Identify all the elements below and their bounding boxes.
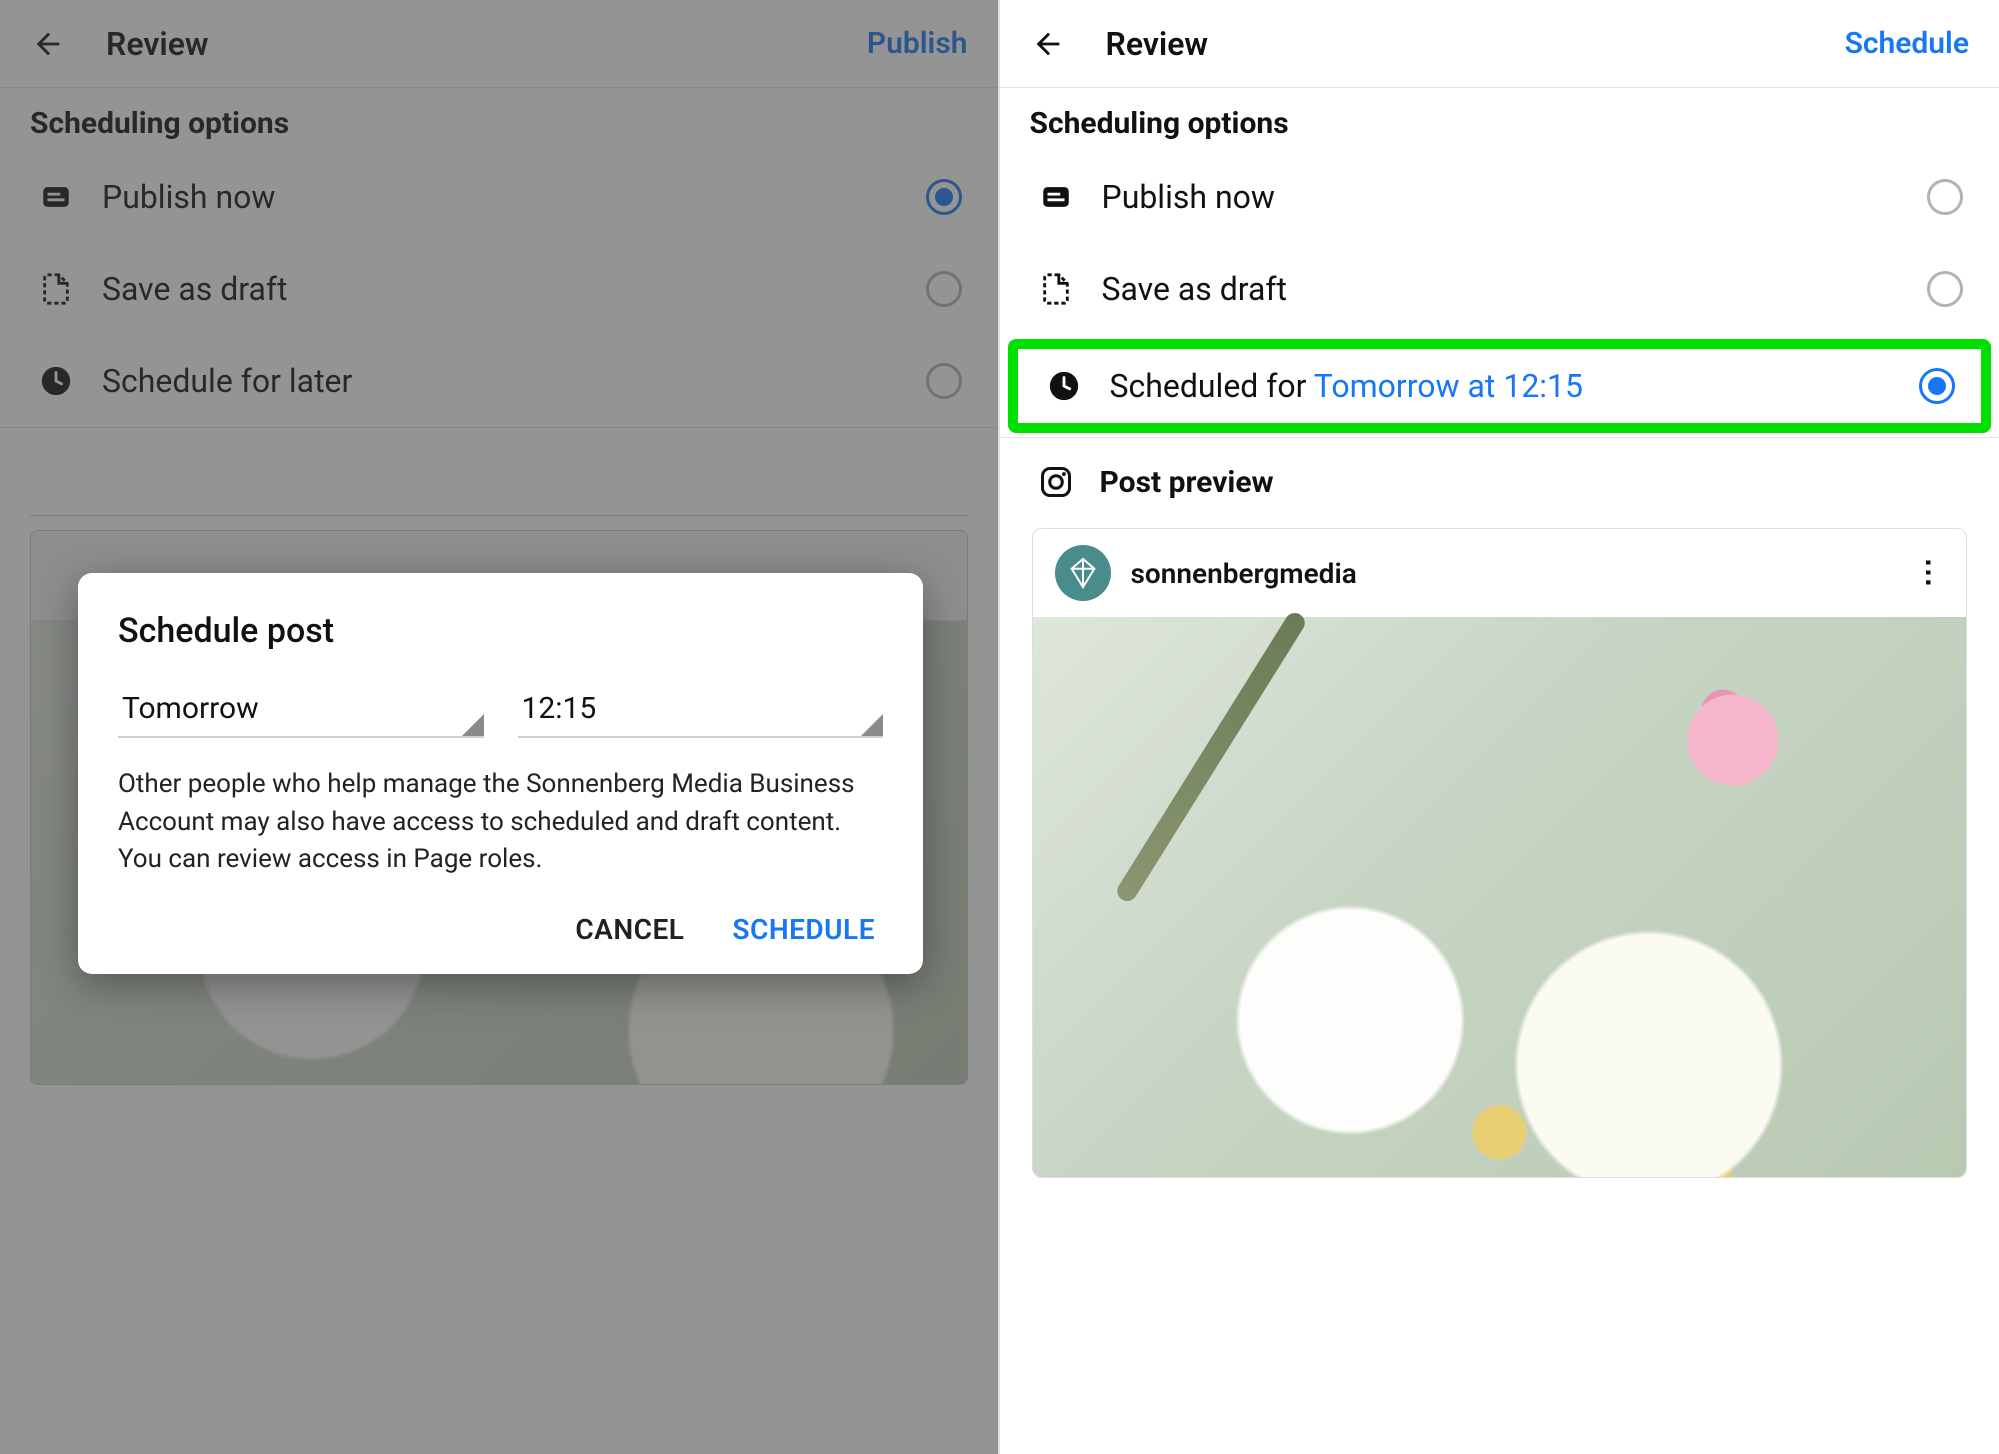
instagram-icon	[1038, 464, 1074, 500]
scheduling-options-title: Scheduling options	[1000, 88, 1999, 151]
date-picker[interactable]: Tomorrow	[118, 685, 484, 738]
schedule-header-button[interactable]: Schedule	[1845, 26, 1969, 61]
date-value: Tomorrow	[122, 691, 259, 726]
save-draft-radio[interactable]	[1927, 271, 1963, 307]
more-options-button[interactable]: ⋯	[1911, 557, 1946, 589]
publish-now-label: Publish now	[1102, 178, 1900, 216]
avatar	[1055, 545, 1111, 601]
dialog-body-text: Other people who help manage the Sonnenb…	[118, 766, 883, 879]
left-screen: Review Publish Scheduling options Publis…	[0, 0, 1000, 1454]
schedule-button[interactable]: SCHEDULE	[732, 913, 875, 946]
save-draft-label: Save as draft	[1102, 270, 1900, 308]
arrow-left-icon	[1031, 27, 1065, 61]
dropdown-caret-icon	[861, 714, 883, 736]
right-header: Review Schedule	[1000, 0, 1999, 88]
scheduled-label: Scheduled for Tomorrow at 12:15	[1110, 367, 1892, 405]
post-preview-image	[1033, 617, 1967, 1177]
page-title: Review	[1106, 25, 1209, 63]
scheduled-time-link[interactable]: Tomorrow at 12:15	[1314, 367, 1583, 405]
scheduled-prefix: Scheduled for	[1110, 367, 1314, 405]
cancel-button[interactable]: CANCEL	[575, 913, 684, 946]
preview-card-header: sonnenbergmedia ⋯	[1033, 529, 1967, 617]
publish-now-option[interactable]: Publish now	[1000, 151, 1999, 243]
draft-icon	[1038, 271, 1074, 307]
time-value: 12:15	[522, 691, 597, 726]
right-screen: Review Schedule Scheduling options Publi…	[1000, 0, 1999, 1454]
post-preview-card: sonnenbergmedia ⋯	[1032, 528, 1968, 1178]
publish-now-icon	[1038, 179, 1074, 215]
post-preview-label: Post preview	[1100, 465, 1274, 500]
dropdown-caret-icon	[462, 714, 484, 736]
clock-icon	[1046, 368, 1082, 404]
scheduled-highlight: Scheduled for Tomorrow at 12:15	[1008, 339, 1992, 433]
back-button[interactable]	[1030, 26, 1066, 62]
scheduled-option[interactable]: Scheduled for Tomorrow at 12:15	[1018, 349, 1982, 423]
post-preview-header: Post preview	[1000, 438, 1999, 514]
dialog-title: Schedule post	[118, 611, 883, 651]
username: sonnenbergmedia	[1131, 557, 1357, 590]
save-draft-option[interactable]: Save as draft	[1000, 243, 1999, 335]
scheduled-radio[interactable]	[1919, 368, 1955, 404]
time-picker[interactable]: 12:15	[518, 685, 884, 738]
publish-now-radio[interactable]	[1927, 179, 1963, 215]
schedule-post-dialog: Schedule post Tomorrow 12:15 Other peopl…	[78, 573, 923, 974]
